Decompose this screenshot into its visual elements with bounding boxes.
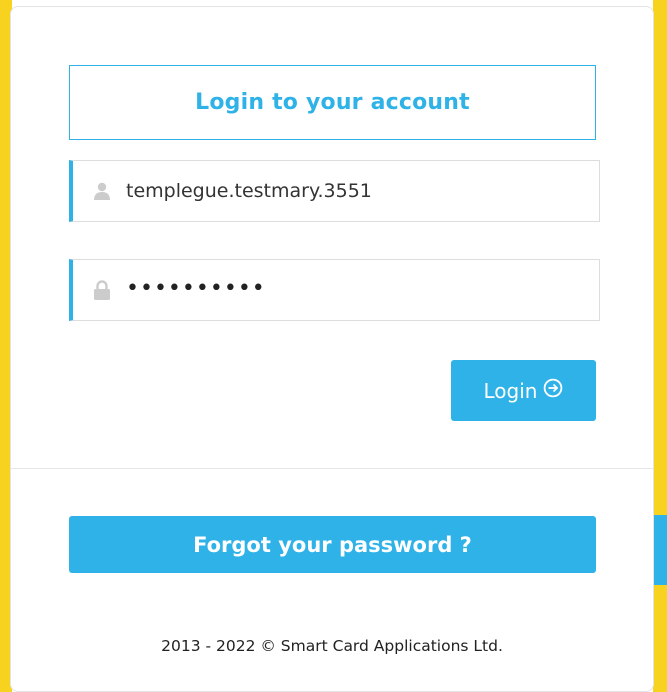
copyright-footer: 2013 - 2022 © Smart Card Applications Lt… [161,637,503,655]
background-strip-right [653,0,667,692]
password-input[interactable]: •••••••••• [126,276,266,301]
username-field[interactable]: templegue.testmary.3551 [69,160,600,222]
background-accent-right [653,515,667,585]
user-icon [92,180,112,202]
login-button-label: Login [483,378,538,403]
forgot-password-label: Forgot your password ? [193,532,472,557]
login-title-box: Login to your account [69,65,596,140]
divider [11,468,653,469]
login-panel: Login to your account templegue.testmary… [10,6,654,692]
username-input[interactable]: templegue.testmary.3551 [126,180,372,202]
forgot-password-button[interactable]: Forgot your password ? [69,516,596,573]
lock-icon [92,279,112,301]
password-field[interactable]: •••••••••• [69,259,600,321]
login-title: Login to your account [195,90,470,115]
login-button[interactable]: Login [451,360,596,421]
login-page: Login to your account templegue.testmary… [0,0,667,692]
arrow-circle-right-icon [543,378,563,403]
